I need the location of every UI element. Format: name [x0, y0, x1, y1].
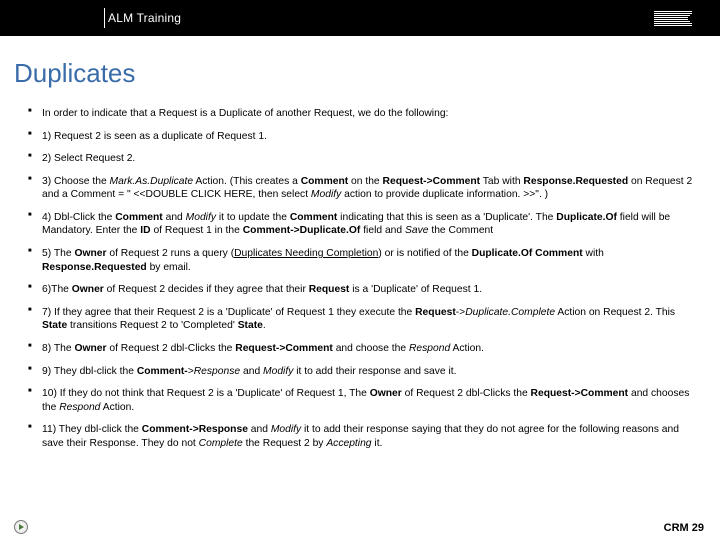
bullet-item: 6)The Owner of Request 2 decides if they…	[28, 283, 702, 297]
bullet-item: 1) Request 2 is seen as a duplicate of R…	[28, 130, 702, 144]
footer-page-label: CRM 29	[664, 522, 704, 534]
slide-title: Duplicates	[14, 58, 720, 89]
play-icon[interactable]	[14, 520, 28, 534]
bullet-item: 11) They dbl-click the Comment->Response…	[28, 423, 702, 450]
header-title: ALM Training	[108, 11, 181, 25]
ibm-logo-icon	[654, 11, 692, 26]
title-area: Duplicates	[0, 36, 720, 101]
bullet-item: 5) The Owner of Request 2 runs a query (…	[28, 247, 702, 274]
header-bar: ALM Training	[0, 0, 720, 36]
bullet-item: 9) They dbl-click the Comment->Response …	[28, 365, 702, 379]
bullet-item: 3) Choose the Mark.As.Duplicate Action. …	[28, 175, 702, 202]
slide: ALM Training Duplicates In order to indi…	[0, 0, 720, 540]
bullet-item: 7) If they agree that their Request 2 is…	[28, 306, 702, 333]
bullet-item: 10) If they do not think that Request 2 …	[28, 387, 702, 414]
bullet-item: 4) Dbl-Click the Comment and Modify it t…	[28, 211, 702, 238]
body-area: In order to indicate that a Request is a…	[0, 101, 720, 540]
bullet-item: In order to indicate that a Request is a…	[28, 107, 702, 121]
bullet-item: 8) The Owner of Request 2 dbl-Clicks the…	[28, 342, 702, 356]
header-separator	[104, 8, 105, 28]
bullet-item: 2) Select Request 2.	[28, 152, 702, 166]
bullet-list: In order to indicate that a Request is a…	[28, 107, 702, 450]
